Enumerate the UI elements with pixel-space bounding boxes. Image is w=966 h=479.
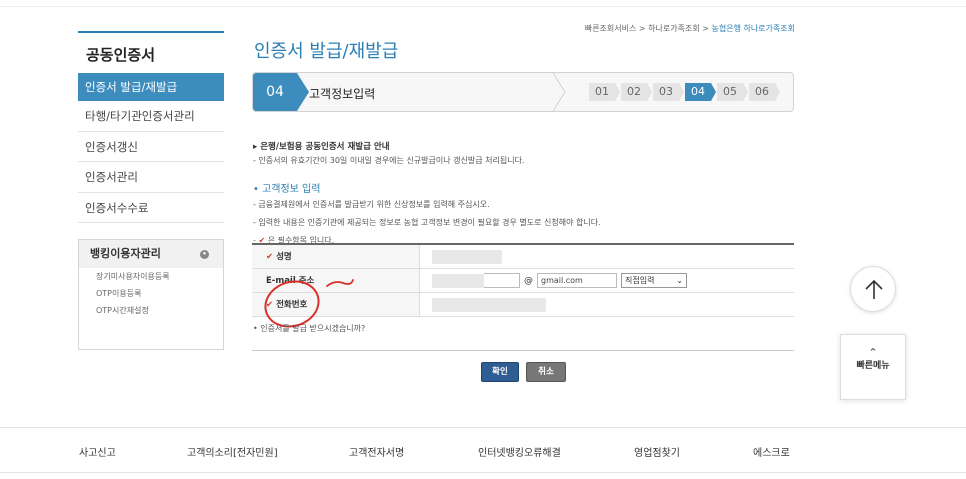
desc-line: - 입력한 내용은 인증기관에 제공되는 정보로 농협 고객정보 변경이 필요할… [253, 218, 601, 227]
toggle-dot-icon[interactable]: • [200, 250, 209, 259]
sidebar-item-certificate-issue[interactable]: 인증서 발급/재발급 [78, 73, 224, 101]
step-01: 01 [589, 83, 620, 101]
name-value-masked [432, 249, 502, 264]
confirm-button[interactable]: 확인 [481, 362, 519, 382]
page: 공동인증서 인증서 발급/재발급 타행/타기관인증서관리 인증서갱신 인증서관리… [0, 0, 966, 479]
form-row-name: ✔ 성명 [252, 245, 794, 269]
breadcrumb-item[interactable]: 하나로가족조회 [648, 24, 700, 33]
required-check-icon: ✔ [266, 252, 274, 262]
footer-link-branch[interactable]: 영업점찾기 [634, 444, 680, 459]
quick-menu-button[interactable]: ⌃ 빠른메뉴 [840, 334, 906, 400]
step-05: 05 [717, 83, 748, 101]
name-label: ✔ 성명 [252, 245, 420, 268]
page-title: 인증서 발급/재발급 [254, 41, 399, 62]
section-description: - 금융결제원에서 인증서를 발급받기 위한 신상정보를 입력해 주십시오. -… [253, 196, 601, 250]
chevron-down-icon: ⌄ [676, 276, 683, 285]
banking-link-otp-time[interactable]: OTP시간재설정 [79, 302, 223, 319]
step-06: 06 [749, 83, 780, 101]
reissue-notice: ▸ 은행/보험용 공동인증서 재발급 안내 - 인증서의 유효기간이 30일 이… [253, 140, 524, 168]
sidebar-item-cert-renewal[interactable]: 인증서갱신 [78, 132, 224, 162]
email-domain-select[interactable]: 직접입력 ⌄ [621, 273, 687, 288]
breadcrumb-item[interactable]: 빠른조회서비스 [585, 24, 637, 33]
step-list: 01 02 03 04 05 06 [589, 83, 781, 101]
footer-link-escrow[interactable]: 에스크로 [753, 444, 790, 459]
banking-link-otp-register[interactable]: OTP이용등록 [79, 285, 223, 302]
footer: 사고신고 고객의소리[전자민원] 고객전자서명 인터넷뱅킹오류해결 영업점찾기 … [0, 427, 966, 473]
arrow-up-icon [865, 279, 883, 299]
cancel-button[interactable]: 취소 [526, 362, 566, 382]
banking-link-dormant[interactable]: 장기미사용자이용등록 [79, 268, 223, 285]
footer-link-accident[interactable]: 사고신고 [79, 444, 116, 459]
footer-link-error[interactable]: 인터넷뱅킹오류해결 [478, 444, 561, 459]
current-step-label: 고객정보입력 [309, 87, 376, 101]
step-02: 02 [621, 83, 652, 101]
current-step-number: 04 [253, 73, 309, 111]
sidebar-title: 공동인증서 [78, 31, 224, 73]
footer-link-voice[interactable]: 고객의소리[전자민원] [187, 444, 278, 459]
breadcrumb-current: 농협은행 하나로가족조회 [711, 24, 795, 33]
step-04: 04 [685, 83, 716, 101]
sidebar-item-cert-fee[interactable]: 인증서수수료 [78, 193, 224, 223]
annotation-squiggle [326, 279, 354, 287]
quick-menu-label: 빠른메뉴 [856, 361, 890, 371]
section-title: • 고객정보 입력 [253, 184, 321, 195]
banking-user-box: 뱅킹이용자관리 • 장기미사용자이용등록 OTP이용등록 OTP시간재설정 [78, 239, 224, 350]
banking-user-title: 뱅킹이용자관리 [90, 247, 161, 260]
footer-link-esign[interactable]: 고객전자서명 [349, 444, 404, 459]
email-id-masked [432, 273, 484, 288]
email-id-input[interactable] [484, 273, 520, 288]
notice-heading: ▸ 은행/보험용 공동인증서 재발급 안내 [253, 142, 390, 152]
sidebar-item-cert-management[interactable]: 인증서관리 [78, 162, 224, 193]
desc-line: - 금융결제원에서 인증서를 발급받기 위한 신상정보를 입력해 주십시오. [253, 200, 490, 209]
chevron-up-icon: ⌃ [868, 346, 878, 359]
scroll-top-button[interactable] [850, 266, 896, 312]
breadcrumb: 빠른조회서비스 > 하나로가족조회 > 농협은행 하나로가족조회 [584, 24, 795, 33]
phone-value-masked [432, 297, 546, 312]
step-03: 03 [653, 83, 684, 101]
issue-question: • 인증서를 발급 받으시겠습니까? [253, 324, 366, 333]
step-bar: 04 고객정보입력 01 02 03 04 05 06 [252, 72, 794, 112]
sidebar-item-other-bank-cert[interactable]: 타행/타기관인증서관리 [78, 101, 224, 132]
banking-user-header[interactable]: 뱅킹이용자관리 • [79, 240, 223, 268]
top-divider [0, 6, 966, 7]
email-at-sign: @ [524, 275, 533, 286]
email-domain-input[interactable]: gmail.com [537, 273, 617, 288]
sidebar: 공동인증서 인증서 발급/재발급 타행/타기관인증서관리 인증서갱신 인증서관리… [78, 31, 224, 350]
form-row-phone: ✔ 전화번호 [252, 293, 794, 317]
notice-text: - 인증서의 유효기간이 30일 이내일 경우에는 신규발급이나 갱신발급 처리… [253, 156, 525, 165]
question-divider [252, 350, 794, 351]
